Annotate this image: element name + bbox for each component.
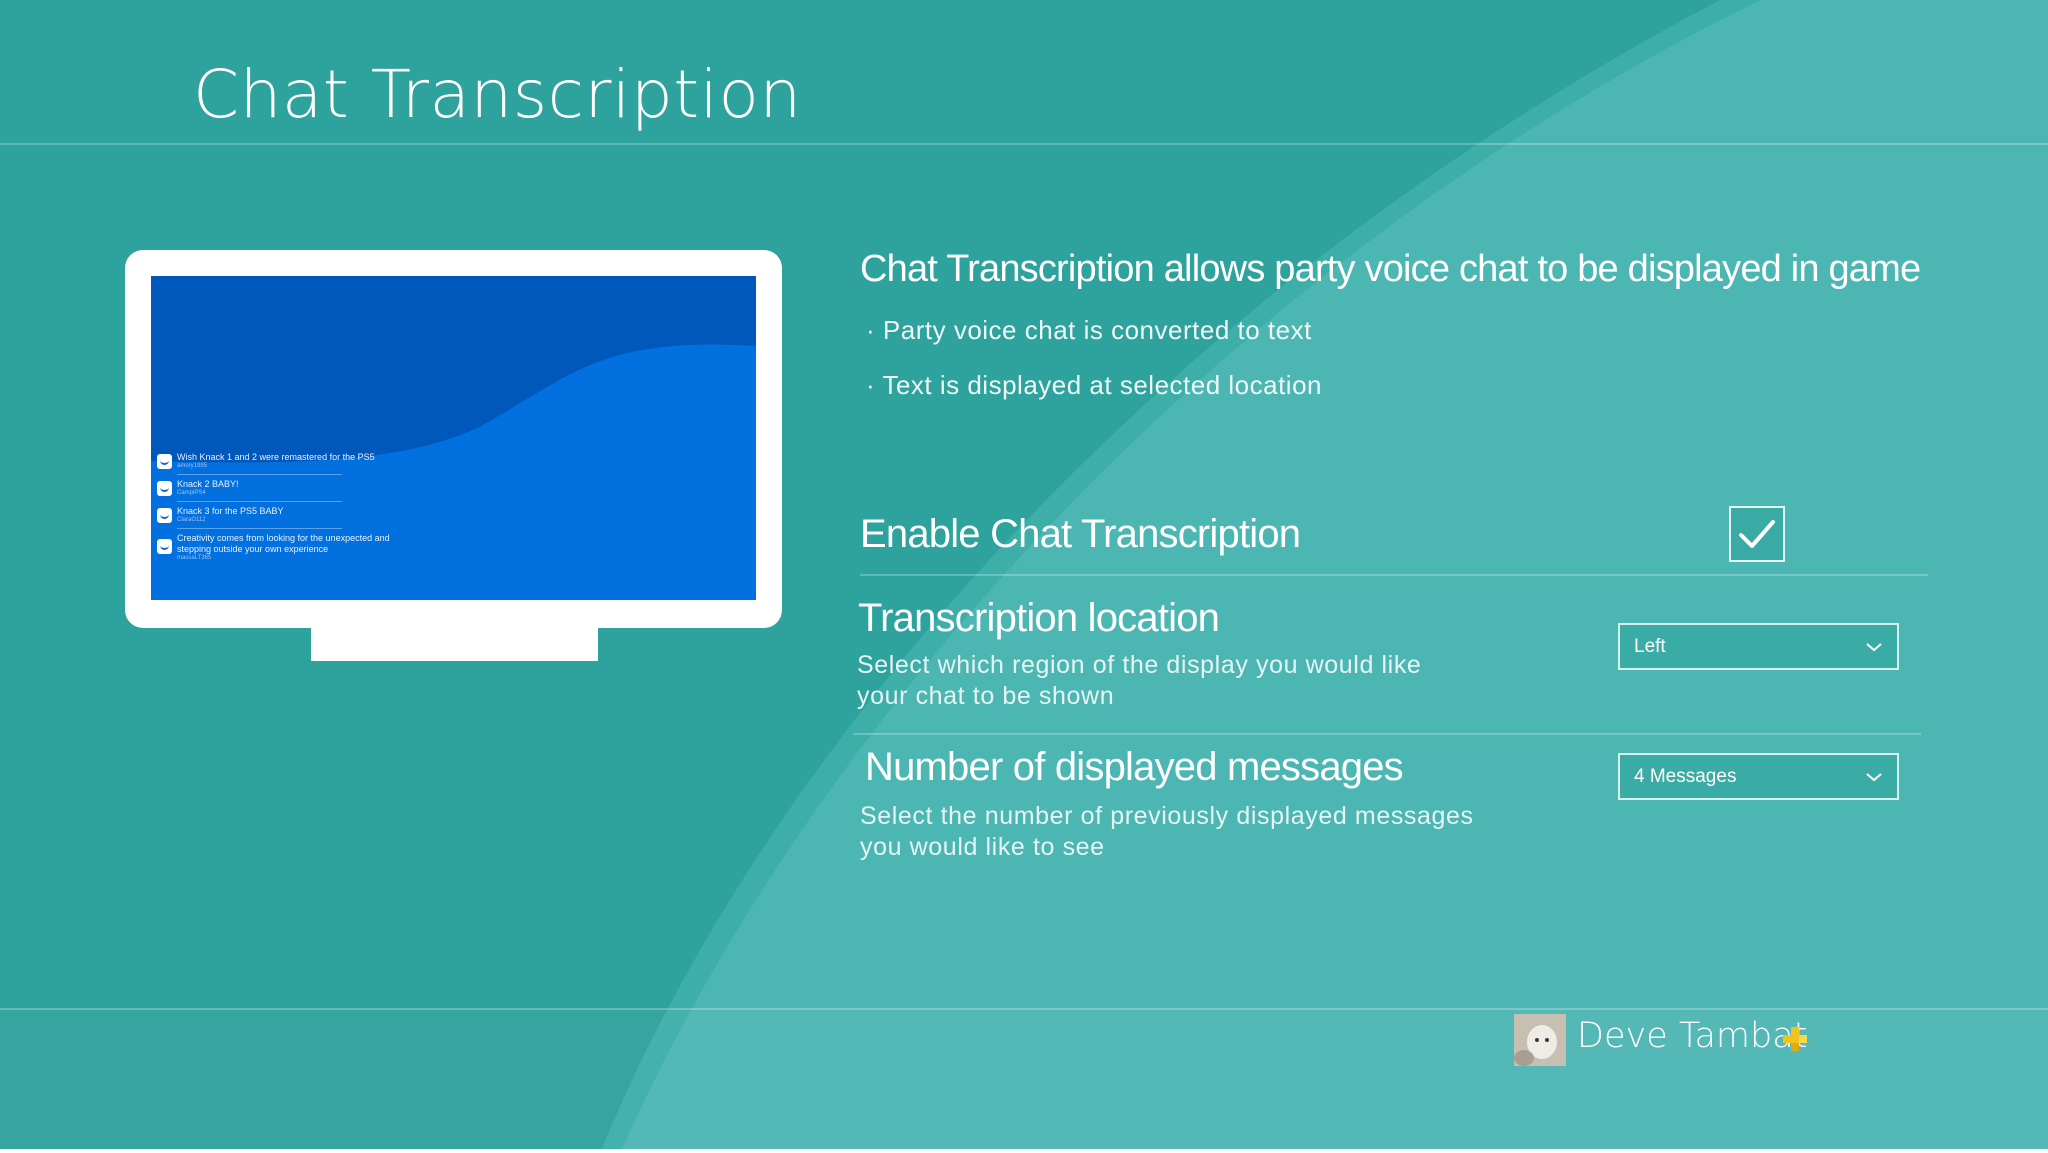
chat-avatar-icon bbox=[157, 508, 172, 523]
footer-divider bbox=[0, 1008, 2048, 1010]
chat-username: CampiPS4 bbox=[177, 490, 206, 496]
tv-screen: Wish Knack 1 and 2 were remastered for t… bbox=[151, 276, 756, 600]
user-avatar[interactable] bbox=[1514, 1014, 1566, 1066]
avatar-image bbox=[1514, 1014, 1566, 1066]
chat-divider bbox=[177, 528, 342, 529]
enable-transcription-label: Enable Chat Transcription bbox=[860, 512, 1301, 556]
username: Deve Tambat bbox=[1577, 1016, 1808, 1056]
chevron-down-icon bbox=[1866, 772, 1882, 781]
chat-avatar-icon bbox=[157, 454, 172, 469]
displayed-messages-label: Number of displayed messages bbox=[865, 745, 1404, 789]
chat-divider bbox=[177, 501, 342, 502]
chevron-down-icon bbox=[1866, 642, 1882, 651]
chat-username: amory1985 bbox=[177, 463, 208, 469]
tv-illustration: Wish Knack 1 and 2 were remastered for t… bbox=[125, 250, 782, 628]
playstation-plus-icon bbox=[1783, 1027, 1807, 1051]
tv-stand bbox=[311, 626, 598, 661]
chat-message: Creativity comes from looking for the un… bbox=[177, 533, 390, 554]
chat-username: massaLT365 bbox=[177, 555, 212, 561]
dropdown-value: Left bbox=[1634, 635, 1666, 657]
displayed-messages-dropdown[interactable]: 4 Messages bbox=[1618, 753, 1899, 800]
settings-divider bbox=[853, 733, 1921, 735]
transcription-location-dropdown[interactable]: Left bbox=[1618, 623, 1899, 670]
description-bullet: · Text is displayed at selected location bbox=[866, 370, 1323, 400]
chat-message: Knack 2 BABY! bbox=[177, 479, 239, 489]
chat-message: Knack 3 for the PS5 BABY bbox=[177, 506, 284, 516]
header-divider bbox=[0, 143, 2048, 145]
chat-preview-row: Knack 2 BABY! CampiPS4 bbox=[157, 479, 397, 497]
transcription-location-label: Transcription location bbox=[858, 596, 1220, 640]
chat-preview-row: Wish Knack 1 and 2 were remastered for t… bbox=[157, 452, 397, 470]
transcription-location-description: Select which region of the display you w… bbox=[857, 651, 1422, 710]
description-bullet: · Party voice chat is converted to text bbox=[866, 315, 1312, 345]
checkmark-icon bbox=[1739, 520, 1775, 548]
page-title: Chat Transcription bbox=[193, 56, 802, 133]
displayed-messages-description: Select the number of previously displaye… bbox=[860, 802, 1474, 861]
enable-transcription-checkbox[interactable] bbox=[1729, 506, 1785, 562]
chat-avatar-icon bbox=[157, 539, 172, 554]
bullet-dot-icon: · bbox=[866, 315, 876, 345]
bullet-dot-icon: · bbox=[866, 370, 876, 400]
chat-preview-list: Wish Knack 1 and 2 were remastered for t… bbox=[157, 452, 397, 566]
chat-preview-row: Knack 3 for the PS5 BABY ClaraG112 bbox=[157, 506, 397, 524]
chat-divider bbox=[177, 474, 342, 475]
description-title: Chat Transcription allows party voice ch… bbox=[860, 248, 1921, 290]
chat-preview-row: Creativity comes from looking for the un… bbox=[157, 533, 397, 562]
dropdown-value: 4 Messages bbox=[1634, 765, 1737, 787]
settings-divider bbox=[860, 574, 1928, 576]
chat-avatar-icon bbox=[157, 481, 172, 496]
chat-username: ClaraG112 bbox=[177, 517, 206, 523]
chat-message: Wish Knack 1 and 2 were remastered for t… bbox=[177, 452, 375, 462]
